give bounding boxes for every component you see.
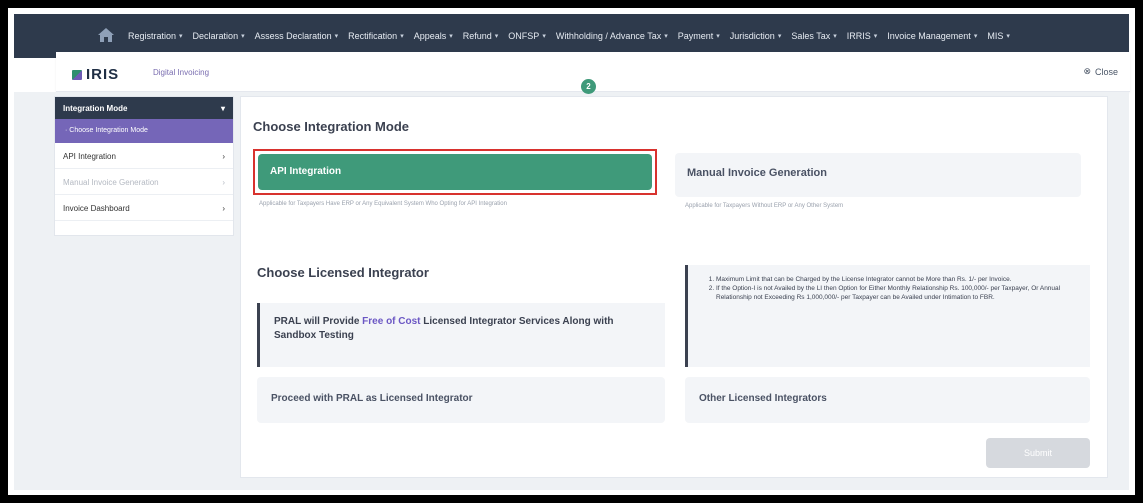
logo-text: IRIS [86,66,120,83]
close-label: Close [1094,66,1118,77]
condition-item: If the Option-I is not Availed by the LI… [716,284,1078,302]
nav-irris[interactable]: IRRIS ▾ [847,31,878,41]
submit-button[interactable]: Submit [986,438,1090,468]
sidebar-item-label: Choose Integration Mode [69,127,148,134]
chevron-down-icon: ▾ [1006,33,1010,40]
api-integration-button[interactable]: API Integration [258,154,652,190]
chevron-down-icon: ▾ [777,33,782,40]
chevron-down-icon: ▾ [400,33,404,40]
sidebar-item-label: API Integration [63,152,116,161]
sidebar-item-api-integration[interactable]: API Integration › [55,143,233,169]
bullet-icon: · [65,127,68,134]
chevron-down-icon: ▾ [664,33,668,40]
nav-invoice-management[interactable]: Invoice Management ▾ [887,31,977,41]
nav-sales-tax[interactable]: Sales Tax ▾ [791,31,836,41]
chevron-down-icon: ▾ [494,33,499,40]
content-card: Choose Integration Mode API Integration … [240,96,1108,478]
integrator-conditions-card: Maximum Limit that can be Charged by the… [685,265,1090,367]
api-integration-hint: Applicable for Taxpayers Have ERP or Any… [259,201,507,207]
chevron-down-icon: ▾ [220,104,225,113]
conditions-list: Maximum Limit that can be Charged by the… [700,275,1078,302]
nav-registration[interactable]: Registration ▾ [128,31,183,41]
api-integration-highlight: API Integration [253,149,657,195]
chevron-right-icon: › [222,204,225,213]
chevron-down-icon: ▾ [833,33,837,40]
nav-jurisdiction[interactable]: Jurisdiction ▾ [730,31,782,41]
sidebar-item-choose-integration-mode[interactable]: · Choose Integration Mode [55,119,233,143]
nav-assess-declaration[interactable]: Assess Declaration ▾ [255,31,339,41]
step-indicator: 2 [581,79,596,94]
chevron-down-icon: ▾ [542,33,546,40]
close-button[interactable]: ⊗ Close [1083,66,1118,77]
pral-info-card: PRAL will Provide Free of Cost Licensed … [257,303,665,367]
condition-item: Maximum Limit that can be Charged by the… [716,275,1078,284]
licensed-integrator-heading: Choose Licensed Integrator [257,265,429,280]
nav-withholding[interactable]: Withholding / Advance Tax ▾ [556,31,668,41]
close-icon: ⊗ [1083,66,1091,76]
manual-invoice-hint: Applicable for Taxpayers Without ERP or … [685,203,844,209]
chevron-down-icon: ▾ [973,33,978,40]
nav-mis[interactable]: MIS ▾ [987,31,1010,41]
chevron-down-icon: ▾ [179,33,183,40]
other-licensed-integrators-button[interactable]: Other Licensed Integrators [685,377,1090,423]
nav-declaration[interactable]: Declaration ▾ [193,31,245,41]
chevron-down-icon: ▾ [241,33,245,40]
nav-refund[interactable]: Refund ▾ [463,31,499,41]
app-frame: Registration ▾ Declaration ▾ Assess Declar… [8,8,1135,495]
chevron-right-icon: › [222,152,225,161]
chevron-down-icon: ▾ [449,33,453,40]
sidebar-item-invoice-dashboard[interactable]: Invoice Dashboard › [55,195,233,221]
sidebar-item-label: Manual Invoice Generation [63,178,159,187]
chevron-down-icon: ▾ [716,33,720,40]
logo-mark-icon [72,69,82,80]
chevron-down-icon: ▾ [873,33,878,40]
nav-rectification[interactable]: Rectification ▾ [348,31,404,41]
manual-invoice-generation-button[interactable]: Manual Invoice Generation [675,153,1081,197]
proceed-with-pral-button[interactable]: Proceed with PRAL as Licensed Integrator [257,377,665,423]
pral-text: PRAL will Provide [274,316,360,327]
nav-appeals[interactable]: Appeals ▾ [414,31,453,41]
nav-payment[interactable]: Payment ▾ [678,31,720,41]
integration-mode-heading: Choose Integration Mode [253,119,409,134]
free-of-cost-highlight: Free of Cost [362,316,421,327]
chevron-right-icon: › [222,178,225,187]
home-icon[interactable] [96,26,116,44]
sidebar-item-label: Invoice Dashboard [63,204,130,213]
sidebar-section-integration-mode[interactable]: Integration Mode ▾ [55,97,233,119]
iris-logo: IRIS [72,66,119,83]
app-subtitle: Digital Invoicing [153,68,210,77]
sidebar: Integration Mode ▾ · Choose Integration … [54,96,234,236]
chevron-down-icon: ▾ [334,33,339,40]
sidebar-item-manual-invoice-generation[interactable]: Manual Invoice Generation › [55,169,233,195]
sidebar-section-label: Integration Mode [63,104,128,113]
nav-onfsp[interactable]: ONFSP ▾ [508,31,546,41]
